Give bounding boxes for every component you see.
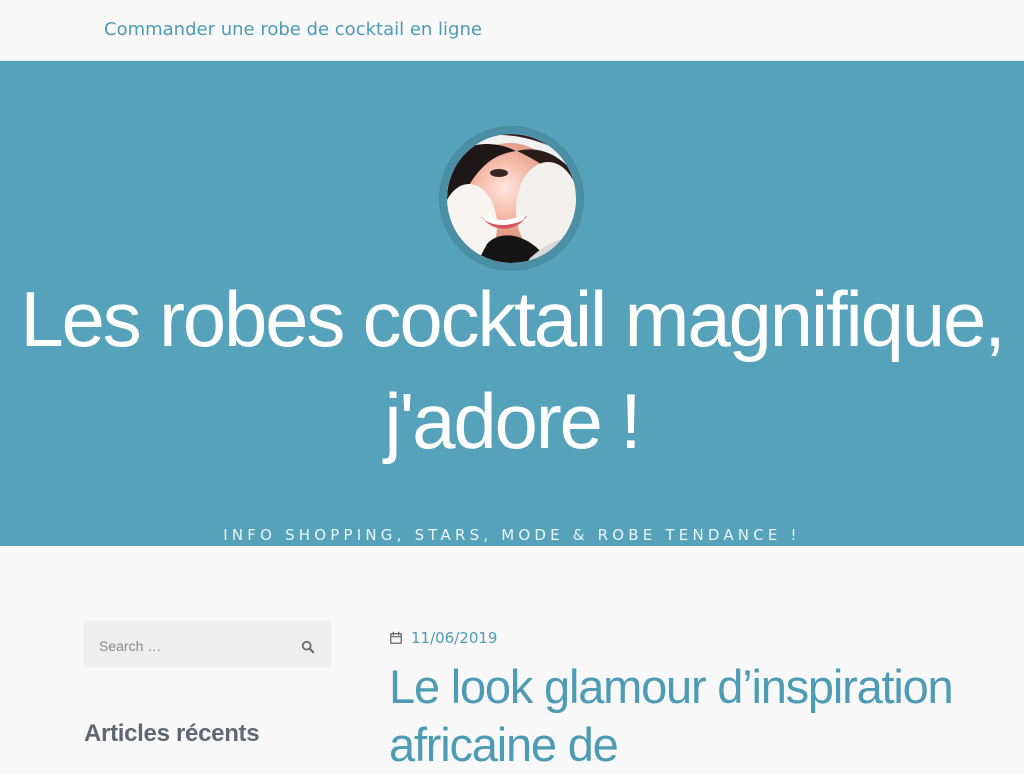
post-title[interactable]: Le look glamour d’inspiration africaine … [389,658,979,774]
search-button[interactable] [296,634,320,656]
avatar-image-icon [447,134,576,263]
post-date-link[interactable]: 11/06/2019 [411,629,497,647]
main-content: Articles récents 11/06/2019 Le look glam… [0,546,1024,771]
post-meta: 11/06/2019 [389,629,497,647]
search-form [84,621,331,667]
site-tagline: INFO SHOPPING, STARS, MODE & ROBE TENDAN… [223,526,801,544]
recent-articles-heading: Articles récents [84,720,260,747]
top-nav-bar: Commander une robe de cocktail en ligne [0,0,1024,61]
site-header: Les robes cocktail magnifique, j'adore !… [0,61,1024,546]
calendar-icon [390,631,402,644]
avatar [447,134,576,263]
search-icon [301,640,315,654]
site-title[interactable]: Les robes cocktail magnifique, j'adore ! [0,268,1024,472]
avatar-frame [439,126,584,271]
search-input[interactable] [97,632,291,660]
top-nav-link[interactable]: Commander une robe de cocktail en ligne [104,19,482,40]
